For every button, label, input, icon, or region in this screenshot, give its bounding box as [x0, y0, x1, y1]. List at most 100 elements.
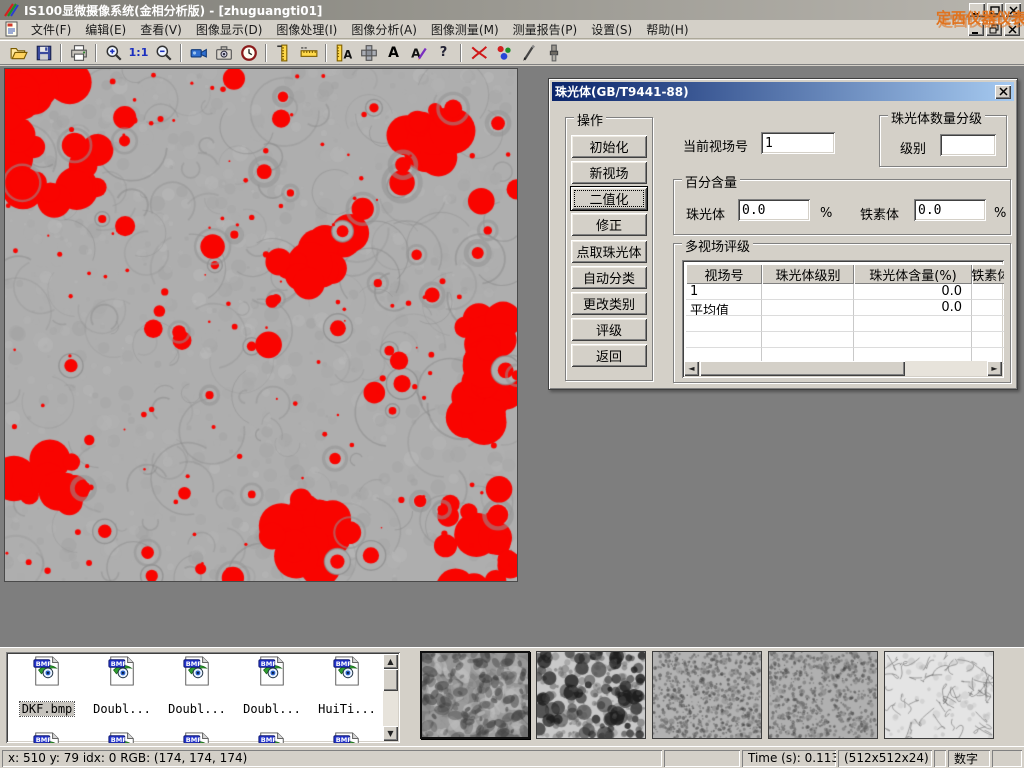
- menu-item[interactable]: 帮助(H): [639, 21, 695, 39]
- child-close-button[interactable]: [1004, 22, 1020, 36]
- col-header[interactable]: 铁素体含量(%): [972, 264, 1004, 284]
- file-item[interactable]: BMP HuiTi...: [311, 656, 383, 716]
- minimize-button[interactable]: [969, 3, 985, 17]
- grade-input[interactable]: [940, 134, 996, 156]
- menu-item[interactable]: 图像显示(D): [189, 21, 270, 39]
- menu-item[interactable]: 编辑(E): [78, 21, 133, 39]
- zoom-out-icon[interactable]: [151, 42, 176, 64]
- child-minimize-button[interactable]: [968, 22, 984, 36]
- table-row[interactable]: 平均值0.0: [686, 300, 1004, 316]
- ruler-horizontal-icon[interactable]: [296, 42, 321, 64]
- col-header[interactable]: 珠光体级别: [762, 264, 854, 284]
- thumbnail-5[interactable]: [884, 651, 994, 739]
- rating-table[interactable]: 视场号 珠光体级别 珠光体含量(%) 铁素体含量(%) 10.0 平均值0.0: [682, 260, 1004, 378]
- svg-text:BMP: BMP: [111, 660, 128, 668]
- new-field-button[interactable]: 新视场: [571, 161, 647, 184]
- save-icon[interactable]: [31, 42, 56, 64]
- file-item[interactable]: BMP: [236, 732, 308, 743]
- micrograph-image[interactable]: [4, 68, 518, 582]
- multi-field-group-label: 多视场评级: [682, 236, 753, 255]
- menu-item[interactable]: 图像处理(I): [269, 21, 344, 39]
- file-item[interactable]: BMP: [311, 732, 383, 743]
- menu-item[interactable]: 测量报告(P): [506, 21, 585, 39]
- video-camera-icon[interactable]: [186, 42, 211, 64]
- pearlite-dialog: 珠光体(GB/T9441-88) 操作 初始化 新视场 二值化 修正 点取珠光体…: [548, 78, 1018, 390]
- close-button[interactable]: [1005, 3, 1021, 17]
- toolbar-separator: [460, 44, 462, 62]
- scroll-down-icon[interactable]: ▼: [383, 726, 398, 741]
- file-item[interactable]: BMP Doubl...: [161, 656, 233, 716]
- scroll-right-icon[interactable]: ►: [987, 361, 1002, 376]
- pattern-grid-icon[interactable]: [356, 42, 381, 64]
- percent-group: 百分含量 珠光体 % 铁素体 %: [673, 179, 1011, 235]
- clock-icon[interactable]: [236, 42, 261, 64]
- text-label-icon[interactable]: A: [381, 42, 406, 64]
- auto-classify-button[interactable]: 自动分类: [571, 266, 647, 289]
- thumbnail-3[interactable]: [652, 651, 762, 739]
- table-header-row: 视场号 珠光体级别 珠光体含量(%) 铁素体含量(%): [686, 264, 1004, 284]
- menu-item[interactable]: 图像测量(M): [424, 21, 506, 39]
- change-class-button[interactable]: 更改类别: [571, 292, 647, 315]
- pearlite-label: 珠光体: [686, 204, 725, 223]
- status-panel-empty: [664, 750, 740, 767]
- thumbnail-1[interactable]: [420, 651, 530, 739]
- child-restore-button[interactable]: [986, 22, 1002, 36]
- file-list-scrollbar[interactable]: ▲ ▼: [383, 654, 398, 741]
- table-horizontal-scrollbar[interactable]: ◄ ►: [684, 361, 1002, 376]
- app-icon: [3, 2, 19, 18]
- dialog-close-button[interactable]: [995, 85, 1011, 99]
- curve-delete-icon[interactable]: [466, 42, 491, 64]
- svg-text:BMP: BMP: [186, 660, 203, 668]
- ferrite-percent-input[interactable]: [914, 199, 986, 221]
- pick-pearlite-button[interactable]: 点取珠光体: [571, 240, 647, 263]
- dialog-title: 珠光体(GB/T9441-88): [555, 83, 689, 100]
- actual-size-icon[interactable]: 1:1: [126, 42, 151, 64]
- print-icon[interactable]: [66, 42, 91, 64]
- file-name: Doubl...: [91, 702, 153, 716]
- pearlite-percent-input[interactable]: [738, 199, 810, 221]
- scrollbar-thumb[interactable]: [700, 361, 905, 376]
- file-item[interactable]: BMP DKF.bmp: [11, 656, 83, 716]
- help-icon[interactable]: ?: [431, 42, 456, 64]
- percent-group-label: 百分含量: [682, 172, 740, 191]
- file-item[interactable]: BMP Doubl...: [86, 656, 158, 716]
- menu-item[interactable]: 设置(S): [584, 21, 639, 39]
- menu-item[interactable]: 图像分析(A): [344, 21, 424, 39]
- file-list[interactable]: BMP DKF.bmp BMP Doubl... BMP: [6, 652, 400, 743]
- menu-item[interactable]: 查看(V): [133, 21, 189, 39]
- text-edit-icon[interactable]: A: [406, 42, 431, 64]
- brush-icon[interactable]: [541, 42, 566, 64]
- scrollbar-thumb[interactable]: [383, 669, 398, 691]
- return-button[interactable]: 返回: [571, 344, 647, 367]
- dialog-title-bar[interactable]: 珠光体(GB/T9441-88): [552, 82, 1014, 101]
- bmp-file-icon: BMP: [332, 656, 362, 686]
- maximize-button[interactable]: [987, 3, 1003, 17]
- file-item[interactable]: BMP: [11, 732, 83, 743]
- pen-icon[interactable]: [516, 42, 541, 64]
- file-item[interactable]: BMP: [86, 732, 158, 743]
- current-field-input[interactable]: [761, 132, 835, 154]
- binarize-button[interactable]: 二值化: [571, 187, 647, 210]
- scroll-left-icon[interactable]: ◄: [684, 361, 699, 376]
- toolbar: 1:1 A A A ?: [0, 40, 1024, 65]
- scroll-up-icon[interactable]: ▲: [383, 654, 398, 669]
- camera-icon[interactable]: [211, 42, 236, 64]
- zoom-in-icon[interactable]: [101, 42, 126, 64]
- caliper-vertical-icon[interactable]: [271, 42, 296, 64]
- menu-item[interactable]: 文件(F): [24, 21, 78, 39]
- file-item[interactable]: BMP Doubl...: [236, 656, 308, 716]
- caliper-text-icon[interactable]: A: [331, 42, 356, 64]
- col-header[interactable]: 视场号: [686, 264, 762, 284]
- thumbnail-2[interactable]: [536, 651, 646, 739]
- phase-balls-icon[interactable]: [491, 42, 516, 64]
- file-item[interactable]: BMP: [161, 732, 233, 743]
- bmp-file-icon: BMP: [182, 656, 212, 686]
- svg-text:BMP: BMP: [261, 736, 278, 743]
- init-button[interactable]: 初始化: [571, 135, 647, 158]
- correct-button[interactable]: 修正: [571, 213, 647, 236]
- thumbnail-4[interactable]: [768, 651, 878, 739]
- col-header[interactable]: 珠光体含量(%): [854, 264, 972, 284]
- open-icon[interactable]: [6, 42, 31, 64]
- table-row[interactable]: 10.0: [686, 284, 1004, 300]
- rate-button[interactable]: 评级: [571, 318, 647, 341]
